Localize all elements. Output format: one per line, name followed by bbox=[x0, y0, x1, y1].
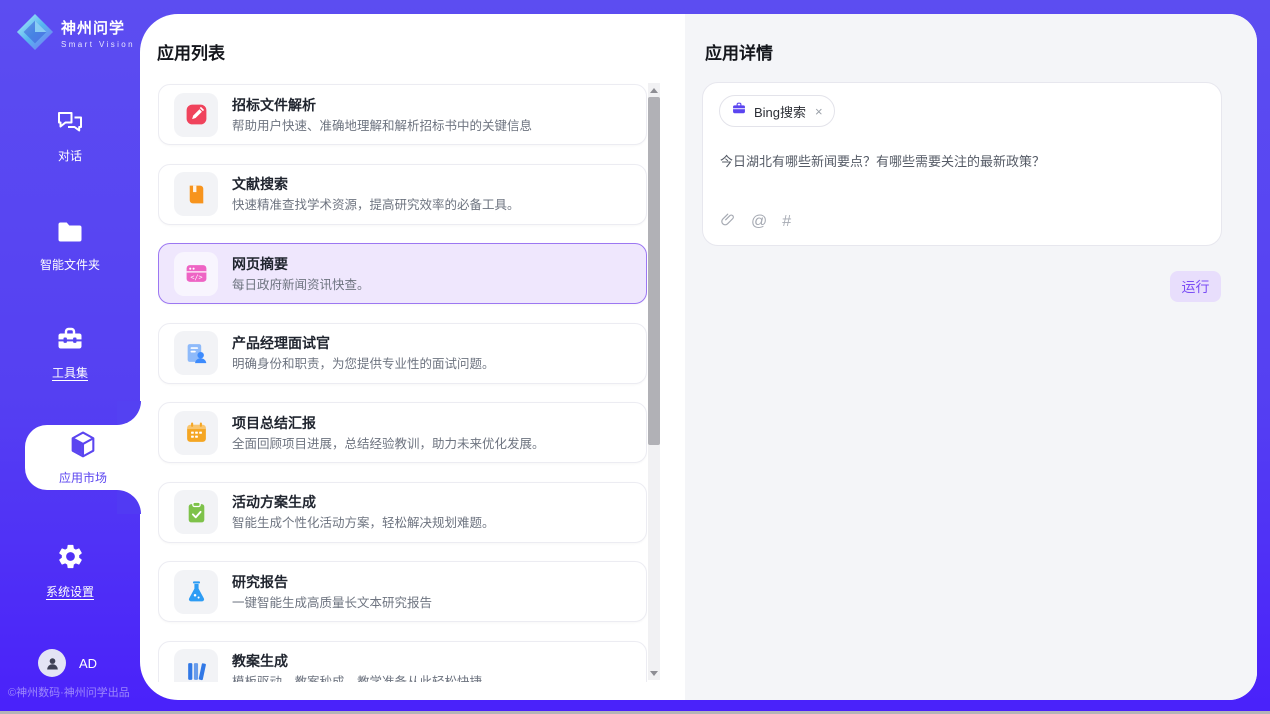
sidebar-item-chat[interactable]: 对话 bbox=[0, 110, 140, 164]
app-name: 文献搜索 bbox=[232, 175, 520, 193]
sidebar-item-label: 对话 bbox=[58, 147, 82, 164]
sidebar-item-app-market[interactable]: 应用市场 bbox=[25, 425, 141, 490]
sidebar-item-settings[interactable]: 系统设置 bbox=[0, 542, 140, 600]
close-icon[interactable]: × bbox=[815, 104, 823, 119]
user-account[interactable]: AD bbox=[38, 649, 97, 677]
at-mention-icon[interactable]: @ bbox=[751, 214, 767, 230]
app-desc: 模板驱动，教案秒成，教学准备从此轻松快捷 bbox=[232, 674, 482, 682]
app-name: 网页摘要 bbox=[232, 255, 370, 273]
tool-tag-bing-search[interactable]: Bing搜索 × bbox=[719, 95, 835, 127]
edit-icon bbox=[174, 93, 218, 137]
browser-code-icon: </> bbox=[174, 252, 218, 296]
scroll-up-icon[interactable] bbox=[648, 83, 660, 97]
sidebar-item-smart-folder[interactable]: 智能文件夹 bbox=[0, 220, 140, 273]
calendar-icon bbox=[174, 411, 218, 455]
bubble-curve-bottom bbox=[117, 490, 141, 514]
app-name: 研究报告 bbox=[232, 573, 432, 591]
app-desc: 帮助用户快速、准确地理解和解析招标书中的关键信息 bbox=[232, 118, 532, 134]
app-detail-pane: 应用详情 Bing搜索 × 今日湖北有哪些新闻要点？有哪些需要关注的最新政策？ bbox=[685, 14, 1257, 700]
app-list-item[interactable]: 产品经理面试官 明确身份和职责，为您提供专业性的面试问题。 bbox=[158, 323, 647, 384]
interviewer-icon bbox=[174, 331, 218, 375]
sidebar-item-toolset[interactable]: 工具集 bbox=[0, 326, 140, 381]
scrollbar-thumb[interactable] bbox=[648, 97, 660, 445]
brand-name: 神州问学 bbox=[61, 20, 135, 38]
app-name: 活动方案生成 bbox=[232, 493, 495, 511]
app-desc: 快速精准查找学术资源，提高研究效率的必备工具。 bbox=[232, 197, 520, 213]
tool-tag-label: Bing搜索 bbox=[754, 102, 806, 121]
app-list-item[interactable]: </> 网页摘要 每日政府新闻资讯快查。 bbox=[158, 243, 647, 304]
app-name: 教案生成 bbox=[232, 652, 482, 670]
book-icon bbox=[174, 172, 218, 216]
diamond-logo-icon bbox=[16, 13, 54, 56]
folder-icon bbox=[56, 220, 84, 249]
app-name: 招标文件解析 bbox=[232, 96, 532, 114]
app-list-item[interactable]: 教案生成 模板驱动，教案秒成，教学准备从此轻松快捷 bbox=[158, 641, 647, 683]
main-card: 应用列表 招标文件解析 帮助用户快速、准确地理解和解析招标书中的关键信息 文献搜… bbox=[140, 14, 1257, 700]
app-list-item[interactable]: 招标文件解析 帮助用户快速、准确地理解和解析招标书中的关键信息 bbox=[158, 84, 647, 145]
clipboard-check-icon bbox=[174, 490, 218, 534]
books-icon bbox=[174, 649, 218, 682]
app-desc: 每日政府新闻资讯快查。 bbox=[232, 277, 370, 293]
app-name: 项目总结汇报 bbox=[232, 414, 545, 432]
run-button[interactable]: 运行 bbox=[1170, 271, 1221, 302]
gear-icon bbox=[56, 542, 85, 576]
list-scrollbar[interactable] bbox=[648, 83, 660, 680]
sidebar-item-label: 工具集 bbox=[52, 364, 88, 381]
brand-logo: 神州问学 Smart Vision bbox=[16, 13, 135, 56]
app-list-item[interactable]: 研究报告 一键智能生成高质量长文本研究报告 bbox=[158, 561, 647, 622]
chat-icon bbox=[56, 110, 84, 140]
user-initials: AD bbox=[79, 656, 97, 671]
sidebar-item-label: 应用市场 bbox=[59, 469, 107, 486]
app-desc: 全面回顾项目进展，总结经验教训，助力未来优化发展。 bbox=[232, 436, 545, 452]
prompt-question-text[interactable]: 今日湖北有哪些新闻要点？有哪些需要关注的最新政策？ bbox=[720, 151, 1200, 170]
app-name: 产品经理面试官 bbox=[232, 334, 495, 352]
hash-tag-icon[interactable]: # bbox=[782, 214, 791, 230]
sidebar: 神州问学 Smart Vision 对话 智能文件夹 bbox=[0, 0, 140, 714]
scroll-down-icon[interactable] bbox=[648, 666, 660, 680]
avatar bbox=[38, 649, 66, 677]
toolbox-icon bbox=[56, 326, 84, 357]
sidebar-item-label: 系统设置 bbox=[46, 583, 94, 600]
app-desc: 明确身份和职责，为您提供专业性的面试问题。 bbox=[232, 356, 495, 372]
page-title-app-detail: 应用详情 bbox=[705, 39, 773, 64]
paperclip-icon[interactable] bbox=[720, 211, 736, 232]
brand-tagline: Smart Vision bbox=[61, 40, 135, 49]
briefcase-icon bbox=[731, 101, 747, 121]
app-list-item[interactable]: 活动方案生成 智能生成个性化活动方案，轻松解决规划难题。 bbox=[158, 482, 647, 543]
page-title-app-list: 应用列表 bbox=[157, 39, 225, 64]
app-list-item[interactable]: 文献搜索 快速精准查找学术资源，提高研究效率的必备工具。 bbox=[158, 164, 647, 225]
bubble-curve-top bbox=[117, 401, 141, 425]
svg-text:</>: </> bbox=[190, 273, 202, 281]
app-desc: 一键智能生成高质量长文本研究报告 bbox=[232, 595, 432, 611]
cube-icon bbox=[68, 430, 98, 466]
app-window: 神州问学 Smart Vision 对话 智能文件夹 bbox=[0, 0, 1270, 714]
copyright-footer: ©神州数码·神州问学出品 bbox=[8, 684, 130, 700]
prompt-toolbar: @ # bbox=[720, 211, 791, 232]
research-icon bbox=[174, 570, 218, 614]
app-list-item[interactable]: 项目总结汇报 全面回顾项目进展，总结经验教训，助力未来优化发展。 bbox=[158, 402, 647, 463]
sidebar-item-label: 智能文件夹 bbox=[40, 256, 100, 273]
app-desc: 智能生成个性化活动方案，轻松解决规划难题。 bbox=[232, 515, 495, 531]
app-list: 招标文件解析 帮助用户快速、准确地理解和解析招标书中的关键信息 文献搜索 快速精… bbox=[158, 70, 647, 682]
prompt-card[interactable]: Bing搜索 × 今日湖北有哪些新闻要点？有哪些需要关注的最新政策？ @ # bbox=[702, 82, 1222, 246]
